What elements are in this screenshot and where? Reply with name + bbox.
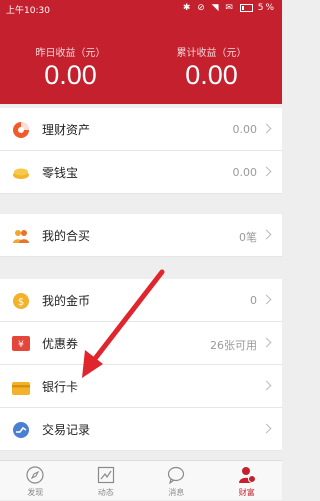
status-bar: 上午10:30 ✱ ⊘ ◥ ✉ 5% [0,0,282,18]
trend-icon [97,466,115,484]
row-gold-coins-label: 我的金币 [42,294,91,308]
tab-discover[interactable]: 发现 [0,461,71,501]
chevron-right-icon [261,337,272,348]
compass-icon [26,466,44,484]
coin-stack-icon [12,164,30,182]
tab-wealth-label: 财富 [238,488,255,497]
row-lingqianbao[interactable]: 零钱宝 0.00 [0,151,282,194]
tab-activity-label: 动态 [97,488,114,497]
row-bank-cards[interactable]: 银行卡 [0,365,282,408]
group-users-icon [12,227,30,245]
tab-wealth[interactable]: 财富 [212,461,283,501]
chevron-right-icon [261,123,272,134]
status-indicator-icons: ✱ ⊘ ◥ ✉ [182,3,235,13]
tab-messages[interactable]: 消息 [141,461,212,501]
coupon-ticket-icon: ¥ [12,336,30,351]
chevron-right-icon [261,380,272,391]
row-coupons-value: 26张可用 [210,339,257,352]
chevron-right-icon [261,423,272,434]
row-transactions-label: 交易记录 [42,423,91,437]
row-group-buy-label: 我的合买 [42,229,91,243]
row-licai-value: 0.00 [232,123,258,136]
battery-icon [239,3,253,12]
tab-discover-label: 发现 [27,488,44,497]
row-coupons-label: 优惠券 [42,337,79,351]
battery-percent: 5% [257,3,276,13]
total-earnings-label: 累计收益（元） [176,48,247,59]
row-my-gold-coins[interactable]: $ 我的金币 0 [0,279,282,322]
pie-chart-icon [12,121,30,139]
transaction-hand-icon [12,421,30,439]
tab-messages-label: 消息 [168,488,185,497]
row-group-buy-value: 0笔 [239,231,257,244]
svg-text:¥: ¥ [18,340,24,350]
wealth-user-icon [238,466,256,484]
total-earnings-value: 0.00 [185,60,238,90]
earnings-header: 昨日收益（元） 0.00 累计收益（元） 0.00 [0,18,282,104]
row-gold-coins-value: 0 [250,294,257,307]
bottom-tab-bar: 发现 动态 消息 财富 [0,460,282,500]
tab-activity[interactable]: 动态 [71,461,142,501]
chat-icon [167,466,185,485]
row-lingqianbao-value: 0.00 [232,166,258,179]
chevron-right-icon [261,229,272,240]
svg-text:$: $ [18,297,24,308]
row-lingqianbao-label: 零钱宝 [42,166,79,180]
gold-coin-icon: $ [12,292,30,310]
row-my-group-buy[interactable]: 我的合买 0笔 [0,214,282,257]
yesterday-earnings-value: 0.00 [44,60,97,90]
header-notch [135,98,147,104]
row-licai-label: 理财资产 [42,123,91,137]
status-time: 上午10:30 [6,6,50,16]
bank-card-icon [12,380,30,395]
chevron-right-icon [261,294,272,305]
yesterday-earnings-label: 昨日收益（元） [35,48,106,59]
row-bank-cards-label: 银行卡 [42,380,79,394]
row-licai-assets[interactable]: 理财资产 0.00 [0,108,282,151]
row-coupons[interactable]: ¥ 优惠券 26张可用 [0,322,282,365]
row-transaction-records[interactable]: 交易记录 [0,408,282,451]
status-icons: ✱ ⊘ ◥ ✉ 5% [183,3,276,13]
chevron-right-icon [261,166,272,177]
